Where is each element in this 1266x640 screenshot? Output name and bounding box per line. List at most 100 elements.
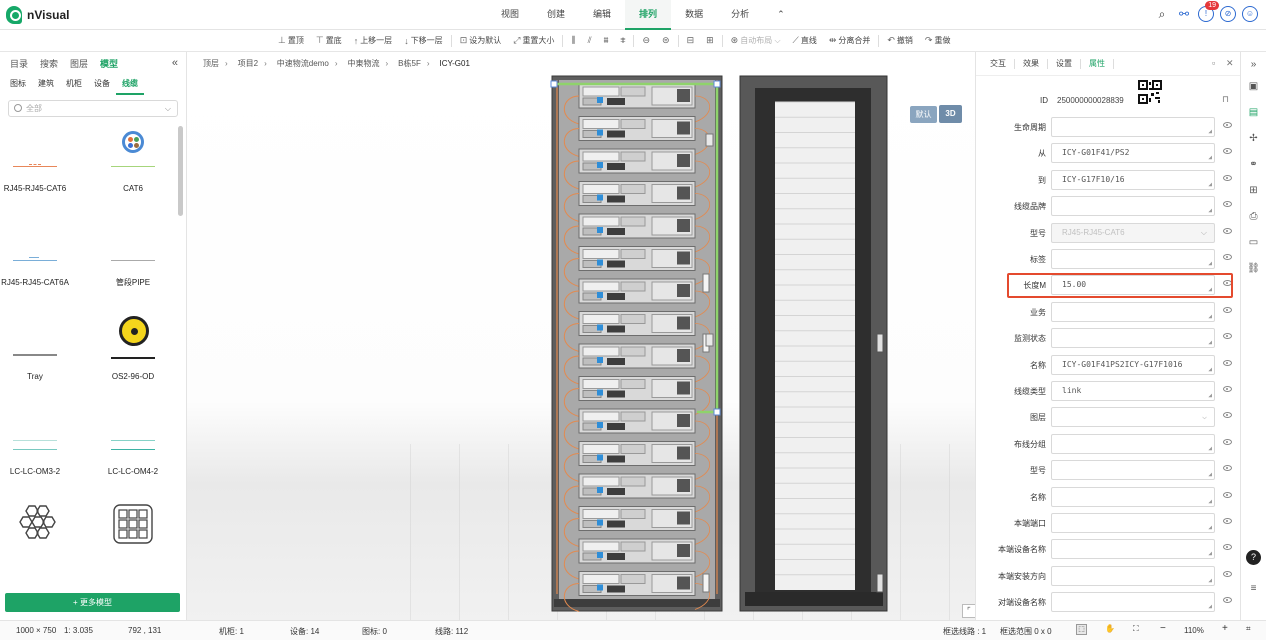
select-mode-icon[interactable]: ⬚ bbox=[1076, 624, 1087, 635]
property-field[interactable]: ◢ bbox=[1051, 592, 1215, 613]
menu-item-1[interactable]: 创建 bbox=[533, 0, 579, 30]
user-avatar-icon[interactable]: ☺ bbox=[1242, 6, 1258, 22]
monitor-icon[interactable]: ▭ bbox=[1247, 236, 1260, 249]
category-tab-0[interactable]: 图标 bbox=[4, 75, 32, 95]
property-field[interactable]: ◢ bbox=[1051, 539, 1215, 560]
fan-icon[interactable]: ✢ bbox=[1247, 132, 1260, 145]
zoom-out-icon[interactable]: − bbox=[1160, 623, 1166, 634]
qr-code-icon[interactable] bbox=[1138, 80, 1162, 104]
help-icon[interactable]: ? bbox=[1246, 550, 1261, 565]
toolbar-button-7[interactable]: ⫽ bbox=[582, 35, 598, 46]
view-default-button[interactable]: 默认 bbox=[910, 106, 937, 123]
eye-icon[interactable] bbox=[1223, 465, 1232, 472]
menu-item-2[interactable]: 编辑 bbox=[579, 0, 625, 30]
toolbar-button-8[interactable]: ⩩ bbox=[598, 35, 615, 46]
menu-item-5[interactable]: 分析 bbox=[717, 0, 763, 30]
fit-screen-icon[interactable]: ⛶ bbox=[1133, 624, 1139, 634]
eye-icon[interactable] bbox=[1223, 306, 1232, 313]
properties-tab-3[interactable]: 交互 bbox=[982, 58, 1015, 69]
eye-icon[interactable] bbox=[1223, 227, 1232, 234]
toolbar-button-11[interactable]: ⊜ bbox=[656, 35, 676, 46]
eye-icon[interactable] bbox=[1223, 518, 1232, 524]
search-icon[interactable]: ⌕ bbox=[1154, 6, 1170, 22]
maximize-icon[interactable]: ▫ bbox=[1212, 58, 1215, 68]
eye-icon[interactable] bbox=[1223, 570, 1232, 577]
eye-icon[interactable] bbox=[1223, 438, 1232, 445]
breadcrumb-item-5[interactable]: ICY-G01 bbox=[440, 59, 470, 68]
share-icon[interactable]: ⚯ bbox=[1176, 6, 1192, 22]
category-tab-3[interactable]: 设备 bbox=[88, 75, 116, 95]
layout-grid-icon[interactable]: ⊞ bbox=[1247, 184, 1260, 197]
category-tab-1[interactable]: 建筑 bbox=[32, 75, 60, 95]
model-item[interactable]: RJ45-RJ45-CAT6 bbox=[0, 126, 70, 194]
toolbar-button-15[interactable]: ⟋ 直线 bbox=[787, 35, 823, 46]
left-tab-3[interactable]: 模型 bbox=[94, 57, 124, 70]
link-icon[interactable]: ⛓ bbox=[1247, 262, 1260, 275]
toolbar-button-17[interactable]: ↶ 撤销 bbox=[881, 35, 919, 46]
model-item[interactable]: LC-LC-OM3-2 bbox=[0, 409, 70, 477]
menu-item-4[interactable]: 数据 bbox=[671, 0, 717, 30]
toolbar-button-16[interactable]: ⇹ 分离合并 bbox=[823, 35, 877, 46]
eye-icon[interactable] bbox=[1223, 174, 1232, 181]
zoom-level[interactable]: 110% bbox=[1184, 626, 1204, 635]
model-filter-select[interactable]: 全部 ⌵ bbox=[8, 100, 178, 117]
property-field[interactable]: ⌵ bbox=[1051, 407, 1215, 428]
pan-hand-icon[interactable]: ✋ bbox=[1105, 624, 1115, 633]
toolbar-button-0[interactable]: ⊥ 置顶 bbox=[272, 35, 310, 46]
rack-drawing[interactable] bbox=[187, 74, 975, 620]
toolbar-button-13[interactable]: ⊞ bbox=[700, 35, 720, 46]
toolbar-button-10[interactable]: ⊖ bbox=[636, 35, 656, 46]
screenshot-icon[interactable]: ⌗ bbox=[1246, 624, 1251, 634]
property-field[interactable]: link ◢ bbox=[1051, 381, 1215, 401]
toolbar-button-6[interactable]: ⫼ bbox=[565, 35, 581, 46]
toolbar-button-3[interactable]: ↓ 下移一层 bbox=[398, 35, 449, 46]
eye-icon[interactable] bbox=[1223, 597, 1232, 604]
eye-icon[interactable] bbox=[1223, 333, 1232, 340]
property-field[interactable]: ◢ bbox=[1051, 565, 1215, 586]
design-canvas[interactable]: 默认 3D ⌜ bbox=[187, 74, 975, 620]
property-field[interactable]: ICY-G17F10/16 ◢ bbox=[1051, 169, 1215, 190]
menu-item-3[interactable]: 排列 bbox=[625, 0, 672, 30]
eye-icon[interactable] bbox=[1223, 359, 1232, 366]
properties-tab-1[interactable]: 设置 bbox=[1048, 58, 1081, 69]
eye-icon[interactable] bbox=[1223, 148, 1232, 155]
toolbar-button-1[interactable]: ⊤ 置底 bbox=[310, 35, 348, 46]
eye-icon[interactable] bbox=[1223, 491, 1232, 498]
property-field[interactable]: ICY-G01F41/PS2 ◢ bbox=[1051, 143, 1215, 164]
minimap-toggle-icon[interactable]: ⌜ bbox=[962, 604, 975, 618]
close-icon[interactable]: ✕ bbox=[1226, 58, 1234, 69]
menu-item-6[interactable]: ⌃ bbox=[763, 0, 799, 30]
collapse-left-icon[interactable]: « bbox=[172, 57, 178, 69]
help-circle-icon[interactable]: ⊘ bbox=[1220, 6, 1236, 22]
property-field[interactable]: ◢ bbox=[1051, 486, 1215, 507]
toolbar-button-14[interactable]: ⊛ 自动布局 ⌵ bbox=[725, 35, 787, 46]
expand-sidebar-icon[interactable]: » bbox=[1247, 58, 1260, 71]
property-field[interactable]: ◢ bbox=[1051, 117, 1215, 137]
connection-icon[interactable]: ⚭ bbox=[1247, 158, 1260, 171]
eye-icon[interactable] bbox=[1223, 254, 1232, 260]
toolbar-button-4[interactable]: ⊡ 设为默认 bbox=[454, 35, 508, 46]
model-item[interactable]: 管段PIPE bbox=[98, 220, 168, 288]
view-3d-button[interactable]: 3D bbox=[939, 105, 962, 123]
properties-tab-0[interactable]: 属性 bbox=[1081, 58, 1114, 69]
property-field[interactable]: ◢ bbox=[1051, 301, 1215, 322]
toolbar-button-18[interactable]: ↷ 重做 bbox=[919, 35, 957, 46]
property-field[interactable]: ICY-G01F41PS2ICY-G17F1016 ◢ bbox=[1051, 354, 1215, 375]
eye-icon[interactable] bbox=[1223, 386, 1232, 392]
toolbar-button-12[interactable]: ⊟ bbox=[681, 35, 701, 46]
notification-icon[interactable]: ! 19 bbox=[1198, 1, 1219, 22]
zoom-in-icon[interactable]: + bbox=[1222, 623, 1228, 634]
breadcrumb-item-0[interactable]: 顶层 bbox=[203, 58, 219, 69]
breadcrumb-item-4[interactable]: B栋5F bbox=[398, 58, 421, 69]
property-field[interactable]: ◢ bbox=[1051, 196, 1215, 217]
unlock-icon[interactable]: ⊓ bbox=[1222, 94, 1229, 105]
left-tab-1[interactable]: 搜索 bbox=[34, 57, 64, 70]
model-item[interactable]: CAT6 bbox=[98, 126, 168, 194]
model-item[interactable] bbox=[0, 504, 70, 562]
category-tab-2[interactable]: 机柜 bbox=[60, 75, 88, 95]
breadcrumb-item-3[interactable]: 中東物流 bbox=[347, 58, 379, 69]
app-logo[interactable]: nVisual bbox=[6, 6, 69, 24]
breadcrumb-item-2[interactable]: 中速物流demo bbox=[277, 58, 329, 69]
toolbar-button-5[interactable]: ⤢ 重置大小 bbox=[507, 35, 560, 46]
model-item[interactable]: LC-LC-OM4-2 bbox=[98, 409, 168, 477]
